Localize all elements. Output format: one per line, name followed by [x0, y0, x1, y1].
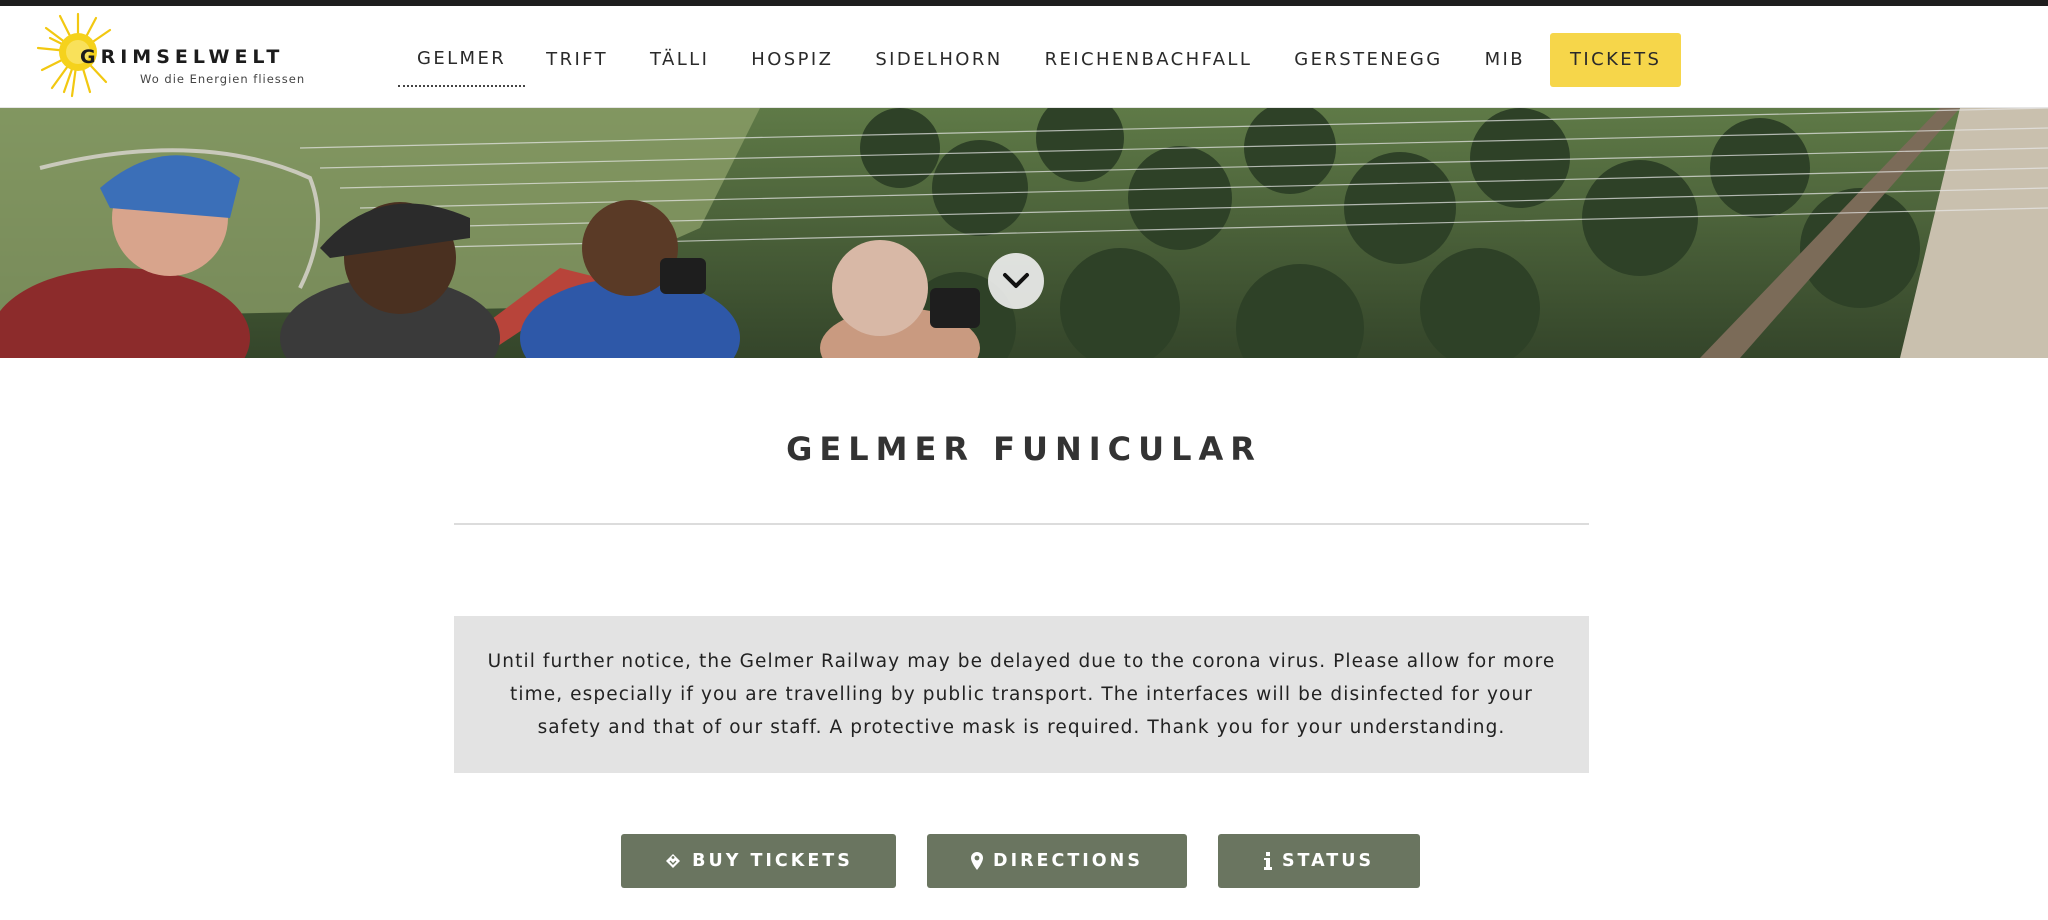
- chevron-down-icon: [1003, 273, 1029, 288]
- info-icon: [1263, 852, 1272, 870]
- nav-item-trift[interactable]: TRIFT: [525, 33, 629, 87]
- directions-button[interactable]: DIRECTIONS: [927, 834, 1187, 888]
- notice-text: Until further notice, the Gelmer Railway…: [487, 651, 1556, 738]
- site-header: GRIMSELWELT Wo die Energien fliessen GEL…: [0, 6, 2048, 108]
- buy-tickets-button[interactable]: BUY TICKETS: [621, 834, 896, 888]
- hero-image: [0, 108, 2048, 358]
- site-logo[interactable]: GRIMSELWELT Wo die Energien fliessen: [34, 8, 314, 100]
- status-button[interactable]: STATUS: [1218, 834, 1420, 888]
- ticket-icon: [664, 852, 682, 870]
- nav-item-hospiz[interactable]: HOSPIZ: [730, 33, 854, 87]
- hero-banner: [0, 108, 2048, 358]
- nav-item-sidelhorn[interactable]: SIDELHORN: [854, 33, 1023, 87]
- buy-tickets-label: BUY TICKETS: [692, 851, 853, 871]
- corona-notice: Until further notice, the Gelmer Railway…: [454, 616, 1589, 773]
- nav-item-gelmer[interactable]: GELMER: [398, 33, 526, 87]
- map-marker-icon: [971, 852, 984, 870]
- page-title: GELMER FUNICULAR: [786, 430, 1262, 468]
- main-nav: GELMER TRIFT TÄLLI HOSPIZ SIDELHORN REIC…: [398, 33, 1682, 87]
- brand-name: GRIMSELWELT: [80, 46, 285, 68]
- directions-label: DIRECTIONS: [993, 851, 1143, 871]
- title-divider: [454, 523, 1589, 525]
- nav-item-gerstenegg[interactable]: GERSTENEGG: [1273, 33, 1463, 87]
- status-label: STATUS: [1281, 851, 1375, 871]
- brand-tagline: Wo die Energien fliessen: [140, 72, 306, 86]
- nav-item-reichenbachfall[interactable]: REICHENBACHFALL: [1024, 33, 1274, 87]
- nav-tickets-button[interactable]: TICKETS: [1550, 33, 1682, 87]
- scroll-down-button[interactable]: [988, 253, 1044, 309]
- nav-item-talli[interactable]: TÄLLI: [629, 33, 730, 87]
- nav-item-mib[interactable]: MIB: [1464, 33, 1546, 87]
